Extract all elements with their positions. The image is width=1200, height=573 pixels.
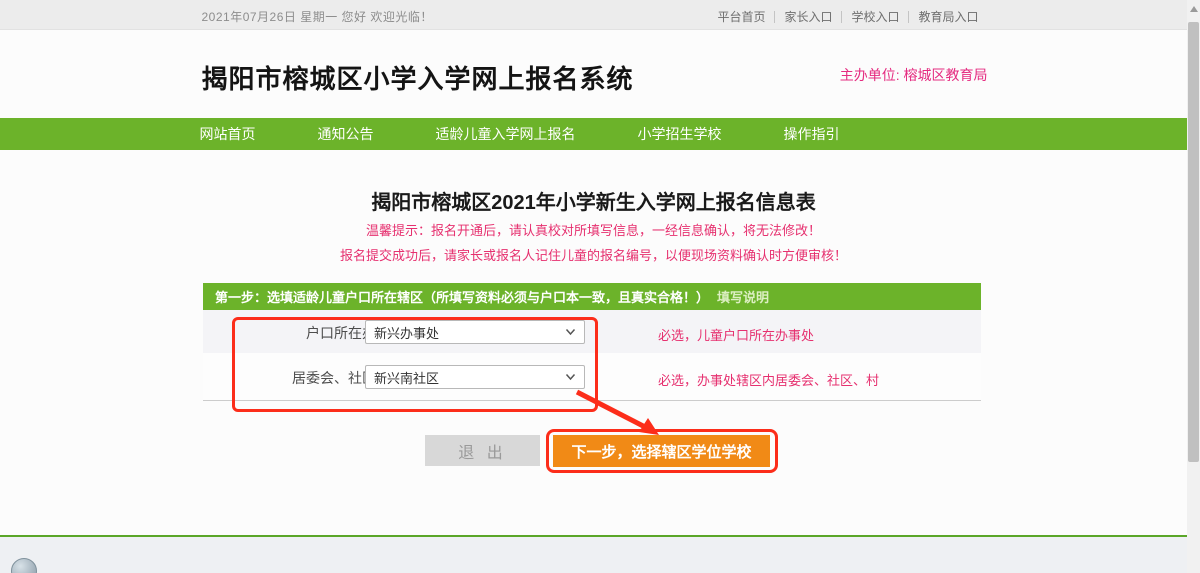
- filling-instructions-link[interactable]: 填写说明: [717, 287, 769, 306]
- link-parent-entry[interactable]: 家长入口: [775, 8, 841, 25]
- footer: [0, 537, 1187, 573]
- main-content: 揭阳市榕城区2021年小学新生入学网上报名信息表 温馨提示：报名开通后，请认真校…: [0, 150, 1187, 535]
- page: 2021年07月26日 星期一 您好 欢迎光临！ 平台首页 家长入口 学校入口 …: [0, 0, 1200, 573]
- step-title: 第一步：选填适龄儿童户口所在辖区（所填写资料必须与户口本一致，且真实合格！）: [215, 290, 710, 305]
- scrollbar-thumb[interactable]: [1188, 22, 1199, 462]
- link-education-bureau-entry[interactable]: 教育局入口: [909, 8, 987, 25]
- notice-line-1: 温馨提示：报名开通后，请认真校对所填写信息，一经信息确认，将无法修改！: [365, 223, 821, 238]
- notice-line-2: 报名提交成功后，请家长或报名人记住儿童的报名编号，以便现场资料确认时方便审核！: [339, 248, 847, 263]
- link-platform-home[interactable]: 平台首页: [708, 8, 774, 25]
- organizer-text: 主办单位: 榕城区教育局: [839, 67, 988, 83]
- topbar-links: 平台首页 家长入口 学校入口 教育局入口: [708, 8, 987, 25]
- next-step-button[interactable]: 下一步，选择辖区学位学校: [553, 435, 770, 467]
- nav-item-home[interactable]: 网站首页: [200, 124, 256, 144]
- chevron-down-icon: [565, 374, 576, 381]
- subdistrict-selected-value: 新兴办事处: [374, 325, 440, 341]
- nav-item-notices[interactable]: 通知公告: [318, 124, 374, 144]
- subdistrict-select[interactable]: 新兴办事处: [365, 320, 585, 344]
- scrollbar[interactable]: [1187, 0, 1200, 573]
- top-bar: 2021年07月26日 星期一 您好 欢迎光临！ 平台首页 家长入口 学校入口 …: [0, 0, 1187, 30]
- nav-item-online-registration[interactable]: 适龄儿童入学网上报名: [436, 124, 576, 144]
- header: 揭阳市榕城区小学入学网上报名系统 主办单位: 榕城区教育局: [0, 31, 1187, 118]
- chevron-down-icon: [565, 329, 576, 336]
- step-header: 第一步：选填适龄儿童户口所在辖区（所填写资料必须与户口本一致，且真实合格！） 填…: [203, 283, 981, 310]
- exit-button[interactable]: 退 出: [425, 435, 540, 466]
- scroll-up-arrow-icon[interactable]: [1190, 6, 1198, 12]
- page-title: 揭阳市榕城区2021年小学新生入学网上报名信息表: [371, 192, 816, 214]
- subdistrict-hint: 必选，儿童户口所在办事处: [658, 328, 815, 343]
- community-hint: 必选，办事处辖区内居委会、社区、村: [658, 373, 880, 388]
- form-area: 户口所在办事处： 新兴办事处 必选，儿童户口所在办事处 居委会、社区、村： 新兴…: [203, 310, 981, 410]
- main-nav: 网站首页 通知公告 适龄儿童入学网上报名 小学招生学校 操作指引: [0, 118, 1187, 150]
- site-title: 揭阳市榕城区小学入学网上报名系统: [201, 64, 634, 94]
- nav-item-operation-guide[interactable]: 操作指引: [784, 124, 840, 144]
- link-school-entry[interactable]: 学校入口: [842, 8, 908, 25]
- community-selected-value: 新兴南社区: [374, 370, 440, 386]
- nav-item-enrollment-schools[interactable]: 小学招生学校: [638, 124, 722, 144]
- community-select[interactable]: 新兴南社区: [365, 365, 585, 389]
- form-row-community: 居委会、社区、村： 新兴南社区 必选，办事处辖区内居委会、社区、村: [203, 353, 981, 401]
- form-row-subdistrict: 户口所在办事处： 新兴办事处 必选，儿童户口所在办事处: [203, 310, 981, 353]
- date-text: 2021年07月26日 星期一 您好 欢迎光临！: [201, 10, 433, 24]
